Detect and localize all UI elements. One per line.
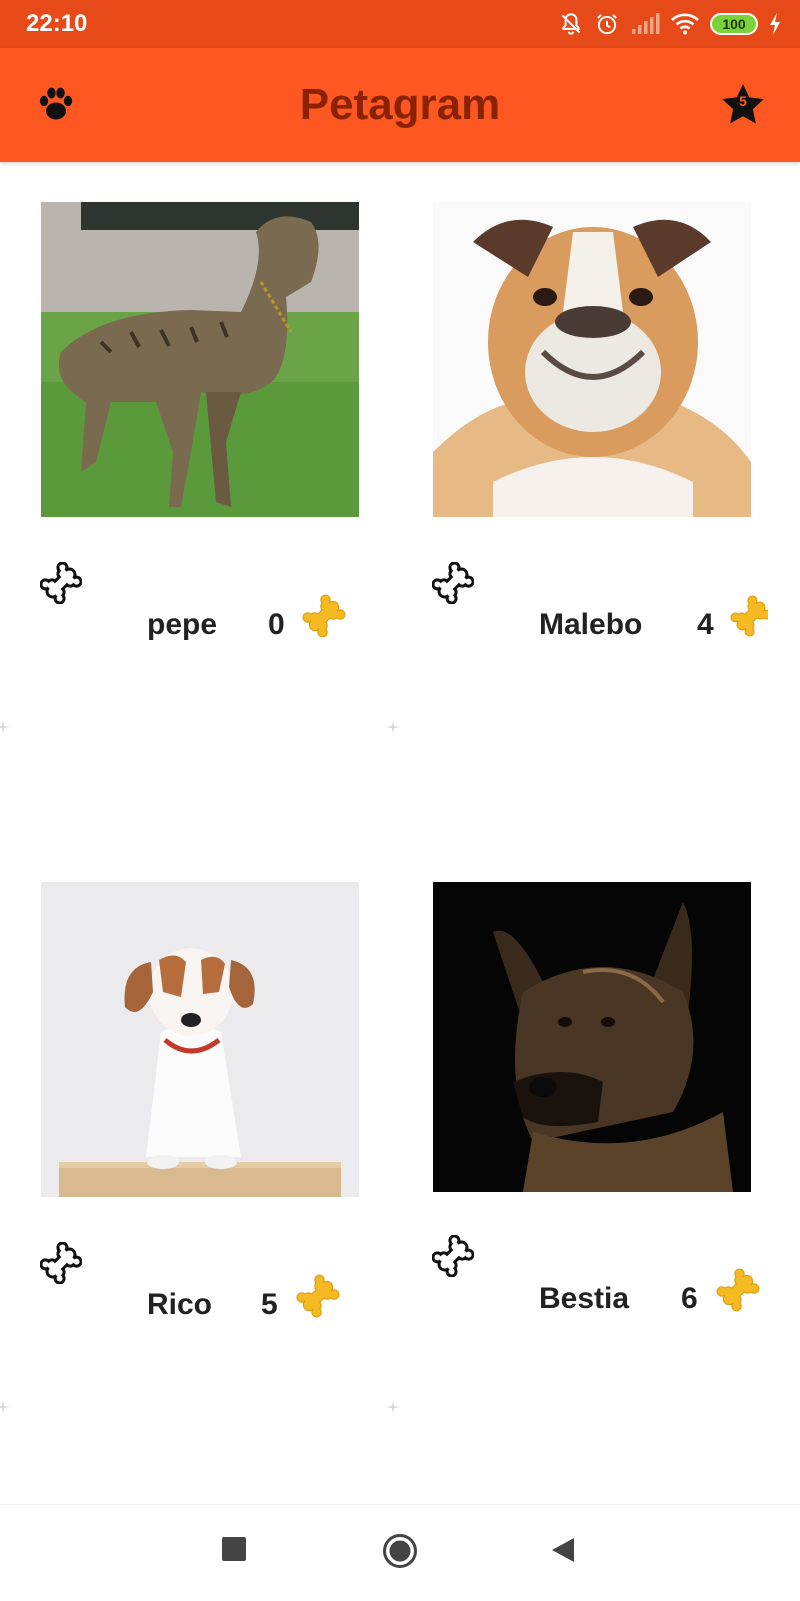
pet-grid: pepe 0 Malebo 4 Rico 5 Bestia 6 [0, 162, 800, 1504]
alarm-icon [597, 14, 617, 35]
pet-name: pepe [147, 608, 218, 641]
triangle-back-icon[interactable] [550, 1536, 576, 1564]
signal-icon [632, 13, 660, 34]
pet-likes-count: 5 [261, 1288, 278, 1321]
pet-card: Bestia 6 [392, 842, 792, 1537]
pet-card: Malebo 4 [392, 162, 792, 857]
divider-sparkle [0, 720, 10, 734]
square-icon[interactable] [222, 1537, 246, 1561]
bone-gold-icon [296, 1274, 340, 1318]
favorites-count: 5 [739, 93, 747, 109]
divider-sparkle [386, 720, 400, 734]
favorites-button[interactable]: 5 [720, 82, 766, 128]
wifi-icon [671, 13, 699, 35]
pet-photo-german-shepherd[interactable] [433, 882, 751, 1192]
bone-gold-icon [716, 1268, 760, 1312]
pet-card: Rico 5 [0, 842, 400, 1537]
app-bar: Petagram 5 [0, 48, 800, 162]
bone-outline-icon[interactable] [40, 562, 82, 604]
pet-photo-brindle-dog[interactable] [41, 202, 359, 517]
pet-name: Rico [147, 1288, 213, 1321]
pet-photo-jack-russell-puppy[interactable] [41, 882, 359, 1197]
status-bar: 22:10 100 [0, 0, 800, 48]
pet-name: Bestia [539, 1282, 630, 1315]
charging-icon [770, 13, 780, 35]
pet-likes-count: 4 [697, 608, 714, 641]
bone-outline-icon[interactable] [432, 562, 474, 604]
battery-indicator: 100 [710, 13, 758, 35]
bone-gold-icon [302, 594, 346, 638]
pet-card: pepe 0 [0, 162, 400, 857]
pet-photo-bulldog[interactable] [433, 202, 751, 517]
divider-sparkle [386, 1400, 400, 1414]
divider-sparkle [0, 1400, 10, 1414]
circle-icon[interactable] [382, 1533, 418, 1569]
status-icons: 100 [558, 10, 782, 38]
bone-outline-icon[interactable] [432, 1235, 474, 1277]
navigation-bar [0, 1504, 800, 1601]
pet-name: Malebo [539, 608, 643, 641]
app-title: Petagram [299, 80, 501, 129]
notifications-off-icon [561, 13, 581, 35]
bone-outline-icon[interactable] [40, 1242, 82, 1284]
pet-likes-count: 6 [681, 1282, 698, 1315]
status-time: 22:10 [26, 10, 88, 37]
pet-likes-count: 0 [268, 608, 285, 641]
bone-gold-icon [730, 595, 768, 637]
